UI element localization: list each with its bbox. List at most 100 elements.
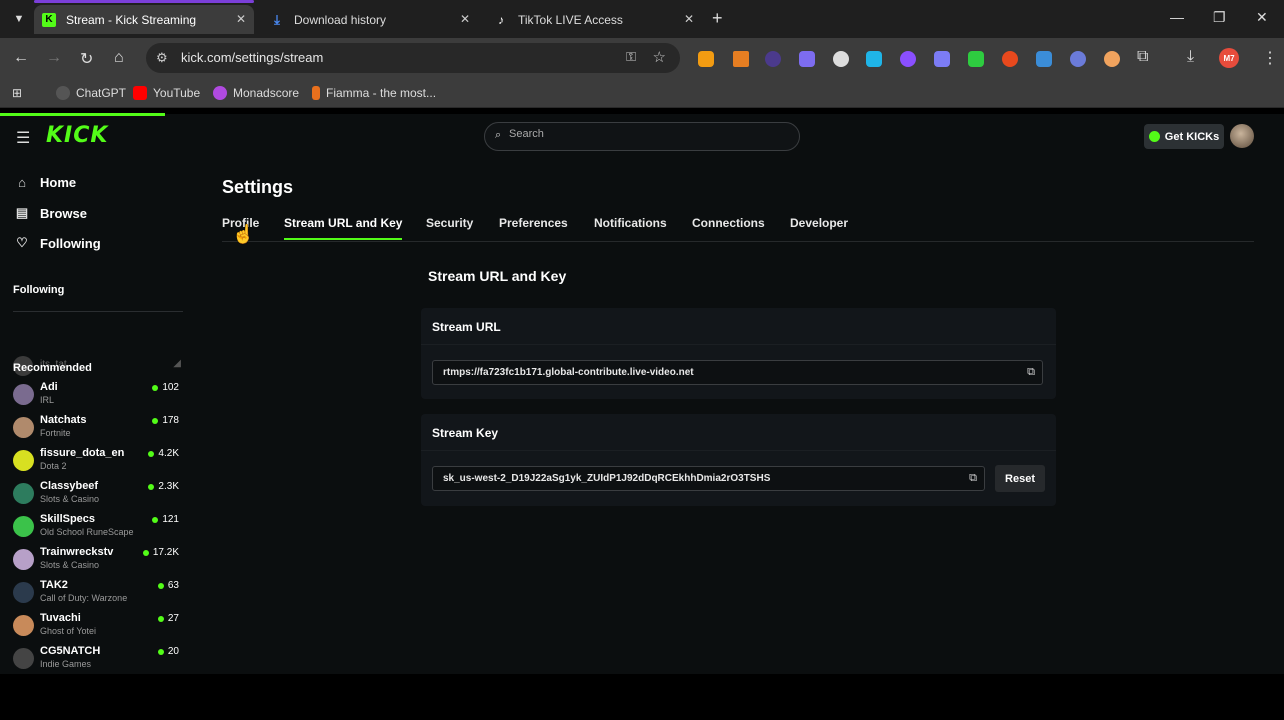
downloads-icon[interactable]: ⤓ <box>1187 48 1194 66</box>
bookmark-star-icon[interactable]: ☆ <box>653 48 666 66</box>
monadscore-icon <box>213 86 227 100</box>
mouse-pointer-icon: ☝ <box>232 224 255 244</box>
viewer-count-value: 121 <box>162 514 179 525</box>
bookmark-label: YouTube <box>153 86 201 100</box>
extension-icon[interactable] <box>799 51 815 67</box>
extension-icon[interactable] <box>1070 51 1086 67</box>
reset-button[interactable]: Reset <box>995 465 1045 492</box>
forward-arrow-icon[interactable]: → <box>46 49 62 67</box>
channel-name: CG5NATCH <box>40 645 101 657</box>
viewer-count: 121 <box>152 514 179 525</box>
recommended-channel[interactable]: Natchats Fortnite 178 <box>13 414 183 444</box>
window-close-icon[interactable]: ✕ <box>1256 9 1268 26</box>
extensions-puzzle-icon[interactable]: ⧉ <box>1137 48 1148 66</box>
channel-category: Call of Duty: Warzone <box>40 593 128 603</box>
stream-key-heading: Stream Key <box>432 426 499 440</box>
tab-download-history[interactable]: ⤓ Download history ✕ <box>262 5 478 34</box>
stream-url-value[interactable]: rtmps://fa723fc1b171.global-contribute.l… <box>443 367 694 378</box>
close-icon[interactable]: ✕ <box>236 12 246 26</box>
home-browser-icon[interactable]: ⌂ <box>114 49 124 67</box>
avatar <box>13 483 34 504</box>
page-title: Settings <box>222 177 294 197</box>
sidebar-item-following[interactable]: ♡ Following <box>14 235 101 251</box>
tab-developer[interactable]: Developer <box>790 216 848 238</box>
stream-url-heading: Stream URL <box>432 320 501 334</box>
browser-profile-avatar[interactable]: M7 <box>1219 48 1239 68</box>
extension-icon[interactable] <box>1104 51 1120 67</box>
tab-notifications[interactable]: Notifications <box>594 216 667 238</box>
card-divider <box>421 344 1056 345</box>
browser-menu-icon[interactable]: ⋮ <box>1262 48 1278 68</box>
channel-category: Slots & Casino <box>40 494 100 504</box>
copy-icon[interactable]: ⧉ <box>969 472 977 485</box>
tab-connections[interactable]: Connections <box>692 216 765 238</box>
extension-icon[interactable] <box>833 51 849 67</box>
tab-search-chevron-icon[interactable]: ▼ <box>8 8 30 30</box>
extension-icon[interactable] <box>765 51 781 67</box>
extension-icon[interactable] <box>1002 51 1018 67</box>
recommended-channel[interactable]: fissure_dota_en Dota 2 4.2K <box>13 447 183 477</box>
extension-icon[interactable] <box>934 51 950 67</box>
recommended-heading: Recommended <box>13 362 92 374</box>
extension-icon[interactable] <box>733 51 749 67</box>
hamburger-menu-icon[interactable]: ☰ <box>16 128 30 148</box>
sidebar-item-browse[interactable]: ▤ Browse <box>14 205 87 221</box>
sidebar-item-label: Following <box>40 235 101 251</box>
maximize-icon[interactable]: ❐ <box>1213 9 1226 26</box>
sidebar-item-home[interactable]: ⌂ Home <box>14 175 76 190</box>
get-kicks-button[interactable]: Get KICKs <box>1144 124 1224 149</box>
tab-security[interactable]: Security <box>426 216 473 238</box>
user-avatar[interactable] <box>1230 124 1254 148</box>
apps-grid-icon[interactable]: ⊞ <box>12 86 22 100</box>
bookmark-monadscore[interactable]: Monadscore <box>213 86 299 100</box>
site-settings-icon[interactable]: ⚙ <box>156 50 168 66</box>
viewer-count: 102 <box>152 382 179 393</box>
copy-icon[interactable]: ⧉ <box>1027 366 1035 379</box>
extension-icon[interactable] <box>1036 51 1052 67</box>
address-url[interactable]: kick.com/settings/stream <box>181 50 323 65</box>
recommended-channel[interactable]: Classybeef Slots & Casino 2.3K <box>13 480 183 510</box>
reload-icon[interactable]: ↻ <box>80 49 93 69</box>
extension-icon[interactable] <box>698 51 714 67</box>
viewer-count-value: 20 <box>167 646 179 657</box>
tab-kick-stream[interactable]: K Stream - Kick Streaming ✕ <box>34 5 254 34</box>
address-bar[interactable]: ⚙ kick.com/settings/stream ⚿ ☆ <box>146 43 680 73</box>
password-key-icon[interactable]: ⚿ <box>626 49 636 65</box>
close-icon[interactable]: ✕ <box>460 12 470 26</box>
recommended-channel[interactable]: Trainwreckstv Slots & Casino 17.2K <box>13 546 183 576</box>
bookmark-chatgpt[interactable]: ChatGPT <box>56 86 126 100</box>
tab-preferences[interactable]: Preferences <box>499 216 568 238</box>
recommended-channel[interactable]: CG5NATCH Indie Games 20 <box>13 645 183 675</box>
extension-icon[interactable] <box>866 51 882 67</box>
tab-tiktok-live[interactable]: ♪ TikTok LIVE Access ✕ <box>486 5 702 34</box>
browse-icon: ▤ <box>15 205 29 220</box>
bookmark-youtube[interactable]: YouTube <box>133 86 200 100</box>
browser-toolbar: ← → ↻ ⌂ ⚙ kick.com/settings/stream ⚿ ☆ ⧉… <box>0 38 1284 80</box>
viewer-count: 17.2K <box>142 547 179 558</box>
kick-logo[interactable]: KICK <box>46 123 108 148</box>
extension-icon[interactable] <box>968 51 984 67</box>
extension-icon[interactable] <box>900 51 916 67</box>
stream-key-field[interactable]: sk_us-west-2_D19J22aSg1yk_ZUIdP1J92dDqRC… <box>432 466 985 491</box>
recommended-channel[interactable]: Tuvachi Ghost of Yotei 27 <box>13 612 183 642</box>
sidebar: ⌂ Home ▤ Browse ♡ Following Following it… <box>0 158 195 674</box>
close-icon[interactable]: ✕ <box>684 12 694 26</box>
new-tab-plus-icon[interactable]: + <box>712 8 723 29</box>
channel-name: Trainwreckstv <box>40 546 114 558</box>
channel-name: SkillSpecs <box>40 513 96 525</box>
minimize-icon[interactable]: — <box>1170 9 1184 25</box>
recommended-channel[interactable]: TAK2 Call of Duty: Warzone 63 <box>13 579 183 609</box>
search-input[interactable] <box>509 128 789 140</box>
search-bar[interactable]: ⌕ <box>484 122 800 151</box>
stream-url-field[interactable]: rtmps://fa723fc1b171.global-contribute.l… <box>432 360 1043 385</box>
recommended-channel[interactable]: SkillSpecs Old School RuneScape 121 <box>13 513 183 543</box>
stream-url-card: Stream URL rtmps://fa723fc1b171.global-c… <box>421 308 1056 399</box>
tab-stream-url-and-key[interactable]: Stream URL and Key <box>284 216 403 240</box>
tab-title: Download history <box>294 12 387 27</box>
channel-name: Adi <box>40 381 58 393</box>
stream-key-value[interactable]: sk_us-west-2_D19J22aSg1yk_ZUIdP1J92dDqRC… <box>443 473 770 484</box>
recommended-channel[interactable]: Adi IRL 102 <box>13 381 183 411</box>
browser-tab-strip: ▼ K Stream - Kick Streaming ✕ ⤓ Download… <box>0 0 1284 38</box>
bookmark-fiamma[interactable]: Fiamma - the most... <box>312 86 436 100</box>
back-arrow-icon[interactable]: ← <box>13 49 29 67</box>
